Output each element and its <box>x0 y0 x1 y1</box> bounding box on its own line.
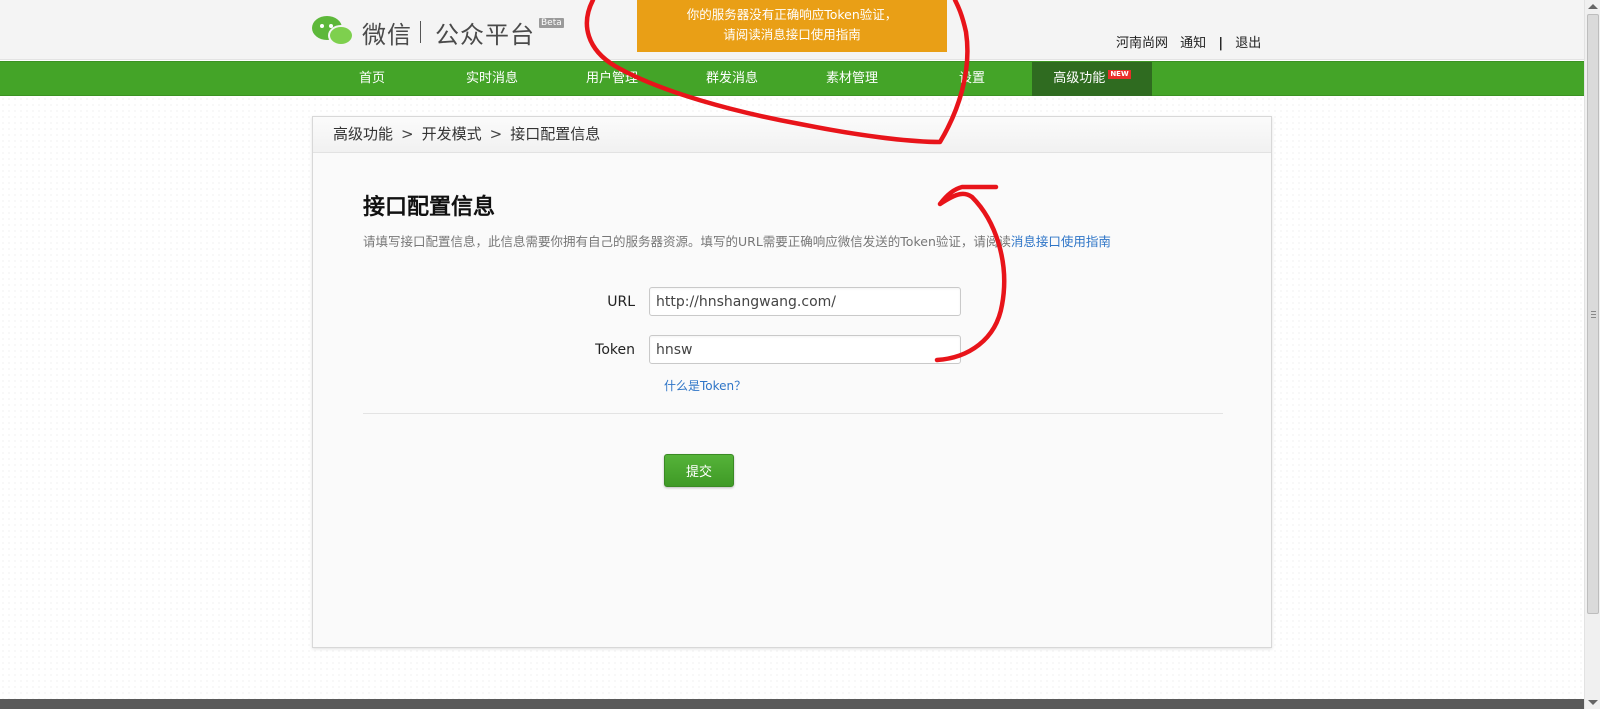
alert-line-1: 你的服务器没有正确响应Token验证， <box>686 7 898 22</box>
nav-item-realtime-messages[interactable]: 实时消息 <box>432 62 552 96</box>
breadcrumb-separator: > <box>489 125 503 143</box>
vertical-scrollbar[interactable] <box>1584 0 1600 709</box>
token-error-alert: 你的服务器没有正确响应Token验证， 请阅读消息接口使用指南 <box>637 0 947 52</box>
grip-icon <box>1591 311 1596 318</box>
message-api-guide-link[interactable]: 消息接口使用指南 <box>1011 234 1111 249</box>
account-name-link[interactable]: 河南尚网 <box>1116 36 1168 51</box>
nav-item-user-management[interactable]: 用户管理 <box>552 62 672 96</box>
scrollbar-thumb[interactable] <box>1587 14 1599 614</box>
links-divider: | <box>1218 36 1224 51</box>
url-label: URL <box>607 293 635 310</box>
wechat-logo[interactable]: 微信 公众平台 Beta <box>312 14 564 50</box>
scroll-up-arrow-icon[interactable] <box>1588 4 1598 9</box>
nav-item-home[interactable]: 首页 <box>312 62 432 96</box>
breadcrumb: 高级功能 > 开发模式 > 接口配置信息 <box>313 117 1271 153</box>
token-label: Token <box>595 341 635 358</box>
notifications-link[interactable]: 通知 <box>1180 36 1206 51</box>
logo-divider <box>420 21 421 43</box>
breadcrumb-separator: > <box>401 125 414 143</box>
nav-item-mass-messages[interactable]: 群发消息 <box>672 62 792 96</box>
breadcrumb-item-dev-mode[interactable]: 开发模式 <box>422 125 482 143</box>
nav-label: 设置 <box>958 71 985 86</box>
token-input[interactable] <box>649 335 961 364</box>
nav-item-advanced[interactable]: 高级功能 NEW <box>1032 62 1152 96</box>
beta-badge: Beta <box>539 18 564 28</box>
logo-subtitle: 公众平台 <box>435 20 535 49</box>
wechat-bubbles-icon <box>312 14 356 50</box>
alert-line-2[interactable]: 请阅读消息接口使用指南 <box>637 25 947 45</box>
footer-bar <box>0 699 1584 709</box>
page-description: 请填写接口配置信息，此信息需要你拥有自己的服务器资源。填写的URL需要正确响应微… <box>363 231 1111 250</box>
account-links: 河南尚网 通知 | 退出 <box>1116 32 1261 51</box>
logo-title: 微信 <box>362 20 412 49</box>
nav-item-materials[interactable]: 素材管理 <box>792 62 912 96</box>
scroll-down-arrow-icon[interactable] <box>1588 700 1598 705</box>
new-badge: NEW <box>1108 70 1131 79</box>
nav-item-settings[interactable]: 设置 <box>912 62 1032 96</box>
submit-button[interactable]: 提交 <box>664 454 734 487</box>
token-row: Token <box>513 335 961 364</box>
nav-label: 实时消息 <box>465 71 518 86</box>
nav-label: 素材管理 <box>825 71 878 86</box>
nav-label: 群发消息 <box>705 71 758 86</box>
url-input[interactable] <box>649 287 961 316</box>
description-text: 请填写接口配置信息，此信息需要你拥有自己的服务器资源。填写的URL需要正确响应微… <box>363 234 1011 249</box>
nav-label: 首页 <box>358 71 385 86</box>
nav-label: 高级功能 <box>1053 71 1106 86</box>
breadcrumb-item-current: 接口配置信息 <box>510 125 601 143</box>
page-title: 接口配置信息 <box>363 195 496 220</box>
breadcrumb-item-advanced[interactable]: 高级功能 <box>333 125 393 143</box>
top-header: 微信 公众平台 Beta 你的服务器没有正确响应Token验证， 请阅读消息接口… <box>0 0 1584 60</box>
config-panel: 高级功能 > 开发模式 > 接口配置信息 接口配置信息 请填写接口配置信息，此信息需要你… <box>312 116 1272 648</box>
main-nav: 首页 实时消息 用户管理 群发消息 素材管理 设置 高级功能 NEW <box>0 61 1584 96</box>
form-divider <box>363 413 1223 414</box>
what-is-token-link[interactable]: 什么是Token？ <box>664 377 746 394</box>
url-row: URL <box>513 287 961 316</box>
logout-link[interactable]: 退出 <box>1235 36 1261 51</box>
nav-label: 用户管理 <box>585 71 638 86</box>
